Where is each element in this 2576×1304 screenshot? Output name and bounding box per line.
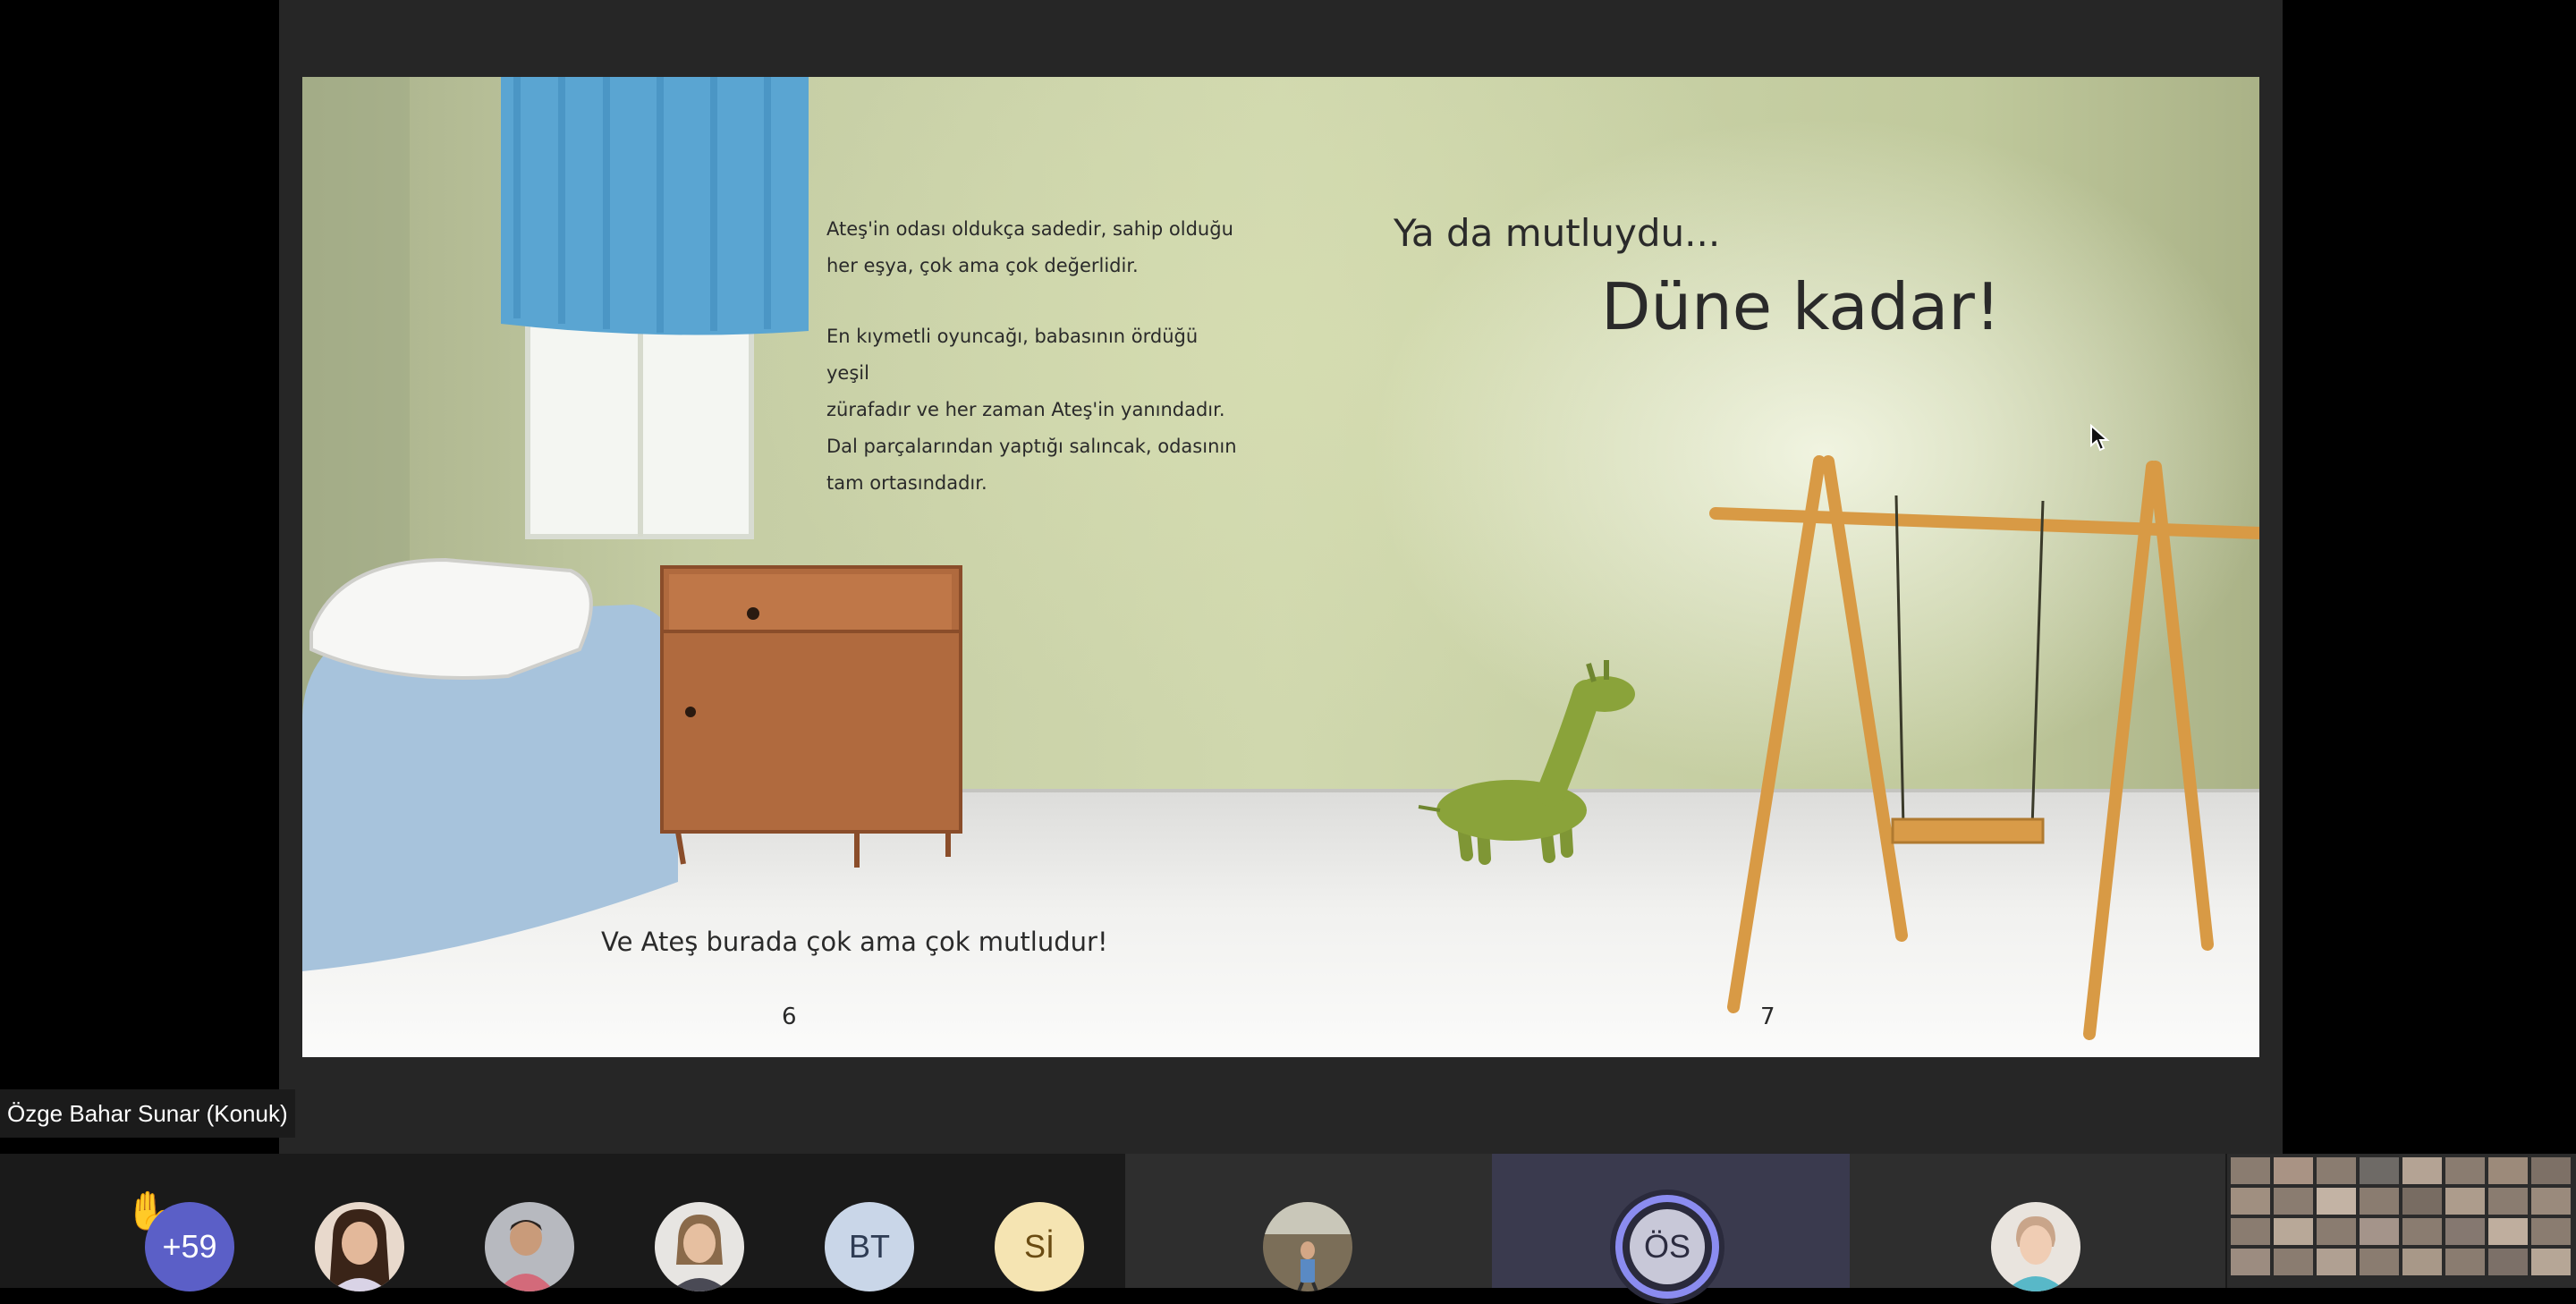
mouse-pointer-icon bbox=[2090, 424, 2110, 452]
person-photo-icon bbox=[1991, 1202, 2080, 1291]
participant-initials: BT bbox=[848, 1228, 890, 1265]
page-number-right: 7 bbox=[1760, 1003, 1775, 1030]
participant-avatar[interactable] bbox=[315, 1202, 404, 1291]
active-speaker-avatar[interactable]: ÖS bbox=[1610, 1190, 1724, 1304]
person-photo-icon bbox=[1263, 1202, 1352, 1291]
participant-avatar[interactable] bbox=[485, 1202, 574, 1291]
participant-avatar[interactable] bbox=[1263, 1202, 1352, 1291]
overflow-participants-badge[interactable]: +59 bbox=[145, 1202, 234, 1291]
person-photo-icon bbox=[485, 1202, 574, 1291]
person-photo-icon bbox=[315, 1202, 404, 1291]
participant-avatar-initials[interactable]: Sİ bbox=[995, 1202, 1084, 1291]
video-gallery-grid bbox=[2227, 1154, 2576, 1288]
participant-avatar[interactable] bbox=[655, 1202, 744, 1291]
gallery-view-thumbnail[interactable] bbox=[2227, 1154, 2576, 1288]
participants-bar: ✋ +59 BT Sİ ÖS bbox=[0, 1154, 2576, 1304]
shared-book-spread: Ateş'in odası oldukça sadedir, sahip old… bbox=[302, 77, 2259, 1057]
participant-initials: Sİ bbox=[1023, 1228, 1055, 1265]
page-number-left: 6 bbox=[782, 1003, 797, 1030]
person-photo-icon bbox=[655, 1202, 744, 1291]
story-heading-2: Düne kadar! bbox=[1601, 269, 2001, 344]
overflow-count: +59 bbox=[162, 1228, 217, 1265]
participant-initials-circle: ÖS bbox=[1630, 1209, 1705, 1284]
participant-avatar[interactable] bbox=[1991, 1202, 2080, 1291]
story-paragraph-1: Ateş'in odası oldukça sadedir, sahip old… bbox=[826, 218, 1233, 276]
participant-avatar-initials[interactable]: BT bbox=[825, 1202, 914, 1291]
presenter-name-label: Özge Bahar Sunar (Konuk) bbox=[0, 1089, 295, 1138]
room-illustration bbox=[302, 77, 2259, 1040]
story-bottom-line: Ve Ateş burada çok ama çok mutludur! bbox=[601, 927, 1108, 957]
participant-initials: ÖS bbox=[1643, 1228, 1690, 1265]
story-paragraph-2: En kıymetli oyuncağı, babasının ördüğü y… bbox=[826, 326, 1237, 494]
story-heading-1: Ya da mutluydu... bbox=[1394, 211, 1721, 255]
